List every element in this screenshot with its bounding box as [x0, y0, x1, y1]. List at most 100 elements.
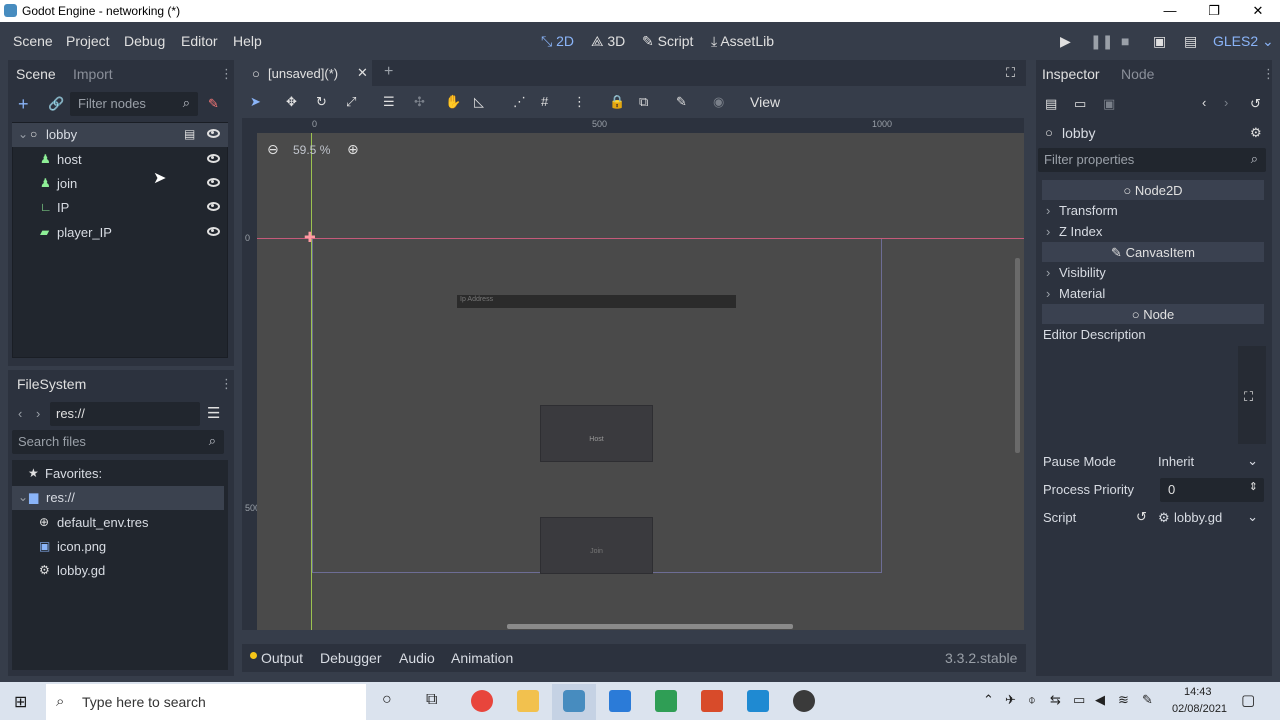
workspace-script-button[interactable]: ✎ Script [642, 33, 693, 50]
visibility-eye-icon[interactable] [207, 227, 220, 236]
tab-output[interactable]: Output [261, 650, 303, 666]
cortana-icon[interactable]: ○ [382, 691, 392, 709]
godot-taskbar-button[interactable] [552, 684, 596, 720]
close-button[interactable]: ✕ [1236, 1, 1280, 21]
clock-date[interactable]: 02/08/2021 [1172, 703, 1227, 715]
ip-address-lineedit[interactable]: Ip Address [457, 295, 736, 308]
tab-inspector[interactable]: Inspector [1042, 66, 1100, 82]
visibility-eye-icon[interactable] [207, 154, 220, 163]
volume-icon[interactable]: ◀ [1095, 692, 1105, 708]
play-icon[interactable]: ▶ [1060, 33, 1071, 50]
move-tool-icon[interactable]: ✥ [286, 94, 297, 110]
show-hidden-icons-icon[interactable]: ⌃ [983, 692, 994, 708]
maximize-button[interactable]: ❐ [1192, 1, 1236, 21]
group-icon[interactable]: ⧉ [639, 94, 648, 110]
workspace-2d-button[interactable]: ⤡ 2D [541, 33, 574, 50]
tree-node-ip[interactable]: ∟ IP [12, 196, 228, 220]
toggle-split-icon[interactable]: ☰ [207, 404, 220, 422]
zoom-in-icon[interactable]: ⊕ [347, 141, 359, 158]
fs-item-default-env[interactable]: ⊕ default_env.tres [12, 511, 228, 535]
new-tab-icon[interactable]: + [384, 63, 393, 81]
stop-icon[interactable]: ■ [1121, 33, 1129, 49]
lock-icon[interactable]: 🔒 [609, 94, 625, 110]
zoom-level[interactable]: 59.5 % [293, 143, 330, 157]
distraction-free-icon[interactable]: ⛶ [1006, 65, 1015, 81]
filter-nodes-input[interactable]: Filter nodes ⌕ [70, 92, 198, 116]
clock-time[interactable]: 14:43 [1184, 686, 1212, 698]
canvas-viewport[interactable]: ✚ Ip Address Host Join ⊖ 59.5 % ⊕ [257, 133, 1024, 630]
minimize-button[interactable]: — [1148, 1, 1192, 21]
search-files-input[interactable]: Search files ⌕ [12, 430, 224, 454]
expand-editor-icon[interactable]: ⛶ [1244, 389, 1253, 405]
usb-icon[interactable]: ⇆ [1050, 692, 1061, 708]
select-tool-icon[interactable]: ➤ [250, 94, 261, 110]
group-z-index[interactable]: › Z Index [1042, 222, 1264, 242]
zoom-out-icon[interactable]: ⊖ [267, 141, 279, 158]
office-icon[interactable] [701, 690, 723, 712]
task-view-icon[interactable]: ⧉ [426, 691, 437, 709]
create-resource-icon[interactable]: ▤ [1045, 96, 1057, 112]
chrome-icon[interactable] [471, 690, 493, 712]
tree-node-player-ip[interactable]: ▰ player_IP [12, 221, 228, 245]
vscode-icon[interactable] [747, 690, 769, 712]
editor-description-field[interactable] [1042, 346, 1266, 444]
file-explorer-icon[interactable] [517, 690, 539, 712]
tree-node-host[interactable]: ♟ host [12, 148, 228, 172]
pause-icon[interactable]: ❚❚ [1090, 33, 1113, 50]
dock-menu-icon[interactable]: ⋮ [1262, 66, 1275, 82]
play-custom-scene-icon[interactable]: ▤ [1184, 33, 1197, 50]
ruler-tool-icon[interactable]: ◺ [474, 94, 484, 110]
pen-icon[interactable]: ✎ [1142, 692, 1153, 708]
tree-node-join[interactable]: ♟ join [12, 172, 228, 196]
battery-icon[interactable]: ▭ [1073, 692, 1085, 708]
notifications-icon[interactable]: ▢ [1241, 691, 1255, 709]
back-arrow-icon[interactable]: ‹ [18, 406, 22, 421]
pan-tool-icon[interactable]: ✋ [445, 94, 461, 110]
tab-audio[interactable]: Audio [399, 650, 435, 666]
script-resource-picker[interactable]: ⚙ lobby.gd ⌄ [1156, 506, 1264, 530]
fs-item-icon-png[interactable]: ▣ icon.png [12, 535, 228, 559]
camera-icon[interactable]: ◉ [713, 94, 724, 110]
fs-item-lobby-gd[interactable]: ⚙ lobby.gd [12, 559, 228, 583]
renderer-select[interactable]: GLES2 ⌄ [1213, 33, 1274, 50]
list-select-icon[interactable]: ☰ [383, 94, 395, 110]
scene-tab[interactable]: ○ [unsaved](*) ✕ [242, 60, 372, 86]
play-scene-icon[interactable]: ▣ [1153, 33, 1166, 50]
revert-icon[interactable]: ↺ [1136, 509, 1147, 525]
script-icon[interactable]: ▤ [184, 127, 195, 141]
history-forward-icon[interactable]: › [1224, 95, 1228, 110]
dock-menu-icon[interactable]: ⋮ [220, 376, 233, 392]
pause-mode-select[interactable]: Inherit ⌄ [1152, 450, 1264, 474]
join-button[interactable]: Join [540, 517, 653, 574]
visibility-eye-icon[interactable] [207, 202, 220, 211]
host-button[interactable]: Host [540, 405, 653, 462]
windows-start-icon[interactable]: ⊞ [14, 692, 27, 712]
rotate-tool-icon[interactable]: ↻ [316, 94, 327, 110]
grid-snap-icon[interactable]: # [541, 94, 548, 109]
dock-menu-icon[interactable]: ⋮ [220, 66, 233, 82]
path-field[interactable]: res:// [50, 402, 200, 426]
menu-help[interactable]: Help [233, 33, 262, 49]
fs-item-res[interactable]: ⌄ ▆ res:// [12, 486, 224, 510]
save-resource-icon[interactable]: ▣ [1103, 96, 1115, 112]
taskbar-search-box[interactable]: ⌕ Type here to search [46, 684, 366, 720]
tray-app-icon[interactable]: ✈ [1005, 692, 1016, 708]
visibility-eye-icon[interactable] [207, 178, 220, 187]
vertical-scrollbar[interactable] [1015, 258, 1020, 453]
visibility-eye-icon[interactable] [207, 129, 220, 138]
object-properties-icon[interactable]: ⚙ [1250, 125, 1262, 141]
menu-project[interactable]: Project [66, 33, 110, 49]
wifi-icon[interactable]: ≋ [1118, 692, 1129, 708]
workspace-3d-button[interactable]: ⟁ 3D [591, 33, 625, 50]
instance-scene-icon[interactable]: 🔗 [48, 96, 64, 112]
tab-animation[interactable]: Animation [451, 650, 513, 666]
spinner-icon[interactable]: ⇕ [1249, 480, 1258, 493]
load-resource-icon[interactable]: ▭ [1074, 96, 1086, 112]
tab-node[interactable]: Node [1121, 66, 1154, 82]
scale-tool-icon[interactable]: ⤢ [346, 94, 356, 110]
group-visibility[interactable]: › Visibility [1042, 263, 1264, 283]
mail-icon[interactable] [609, 690, 631, 712]
tab-debugger[interactable]: Debugger [320, 650, 382, 666]
tab-import[interactable]: Import [73, 66, 113, 82]
tree-node-lobby[interactable]: ⌄ ○ lobby ▤ [12, 123, 228, 147]
